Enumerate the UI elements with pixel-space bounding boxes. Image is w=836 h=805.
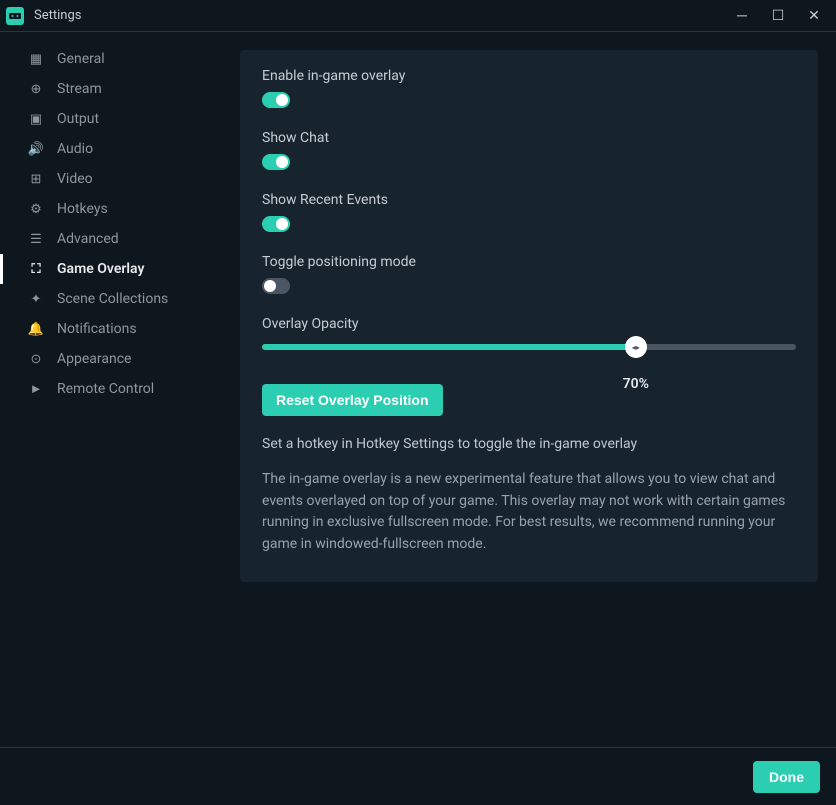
gear-icon: ⚙ — [27, 202, 45, 217]
window-title: Settings — [34, 8, 732, 23]
output-icon: ▣ — [27, 112, 45, 127]
sidebar-item-game-overlay[interactable]: ⛶ Game Overlay — [0, 254, 222, 284]
enable-overlay-toggle[interactable] — [262, 92, 290, 108]
sidebar-item-audio[interactable]: 🔊 Audio — [0, 134, 222, 164]
maximize-button[interactable]: ☐ — [768, 9, 788, 23]
grid-icon: ▦ — [27, 52, 45, 67]
sidebar: ▦ General ⊕ Stream ▣ Output 🔊 Audio ⊞ Video ⚙ Hotke… — [0, 32, 222, 747]
close-button[interactable]: ✕ — [804, 9, 824, 23]
overlay-description: The in-game overlay is a new experimenta… — [262, 469, 796, 556]
toggle-positioning-label: Toggle positioning mode — [262, 254, 796, 270]
reset-overlay-button[interactable]: Reset Overlay Position — [262, 384, 443, 416]
opacity-slider-track[interactable]: ◂▸ — [262, 344, 796, 350]
sidebar-item-label: Game Overlay — [57, 261, 144, 277]
opacity-label: Overlay Opacity — [262, 316, 796, 332]
eye-icon: ⊙ — [27, 352, 45, 367]
sidebar-item-label: Remote Control — [57, 381, 154, 397]
titlebar: Settings ─ ☐ ✕ — [0, 0, 836, 32]
sliders-icon: ☰ — [27, 232, 45, 247]
palette-icon: ✦ — [27, 292, 45, 307]
footer: Done — [0, 747, 836, 805]
opacity-value: 70% — [623, 376, 649, 392]
sidebar-item-general[interactable]: ▦ General — [0, 44, 222, 74]
show-events-label: Show Recent Events — [262, 192, 796, 208]
show-events-toggle[interactable] — [262, 216, 290, 232]
fullscreen-icon: ⛶ — [27, 262, 45, 277]
app-icon — [6, 7, 24, 25]
speaker-icon: 🔊 — [27, 142, 45, 157]
sidebar-item-label: Appearance — [57, 351, 131, 367]
sidebar-item-remote-control[interactable]: ► Remote Control — [0, 374, 222, 404]
sidebar-item-stream[interactable]: ⊕ Stream — [0, 74, 222, 104]
sidebar-item-notifications[interactable]: 🔔 Notifications — [0, 314, 222, 344]
sidebar-item-label: Notifications — [57, 321, 137, 337]
sidebar-item-label: General — [57, 51, 105, 67]
sidebar-item-label: Video — [57, 171, 93, 187]
sidebar-item-label: Output — [57, 111, 99, 127]
sidebar-item-label: Hotkeys — [57, 201, 108, 217]
settings-panel: Enable in-game overlay Show Chat Show Re… — [240, 50, 818, 582]
minimize-button[interactable]: ─ — [732, 9, 752, 23]
done-button[interactable]: Done — [753, 761, 820, 793]
play-circle-icon: ► — [27, 381, 45, 397]
opacity-slider-thumb[interactable]: ◂▸ — [625, 336, 647, 358]
film-icon: ⊞ — [27, 172, 45, 187]
sidebar-item-scene-collections[interactable]: ✦ Scene Collections — [0, 284, 222, 314]
hotkey-info-text: Set a hotkey in Hotkey Settings to toggl… — [262, 434, 796, 455]
sidebar-item-advanced[interactable]: ☰ Advanced — [0, 224, 222, 254]
enable-overlay-label: Enable in-game overlay — [262, 68, 796, 84]
sidebar-item-appearance[interactable]: ⊙ Appearance — [0, 344, 222, 374]
bell-icon: 🔔 — [27, 322, 45, 337]
sidebar-item-label: Advanced — [57, 231, 119, 247]
globe-icon: ⊕ — [27, 82, 45, 97]
show-chat-label: Show Chat — [262, 130, 796, 146]
toggle-positioning-toggle[interactable] — [262, 278, 290, 294]
sidebar-item-hotkeys[interactable]: ⚙ Hotkeys — [0, 194, 222, 224]
show-chat-toggle[interactable] — [262, 154, 290, 170]
sidebar-item-label: Stream — [57, 81, 102, 97]
sidebar-item-label: Scene Collections — [57, 291, 168, 307]
sidebar-item-video[interactable]: ⊞ Video — [0, 164, 222, 194]
sidebar-item-label: Audio — [57, 141, 93, 157]
sidebar-item-output[interactable]: ▣ Output — [0, 104, 222, 134]
